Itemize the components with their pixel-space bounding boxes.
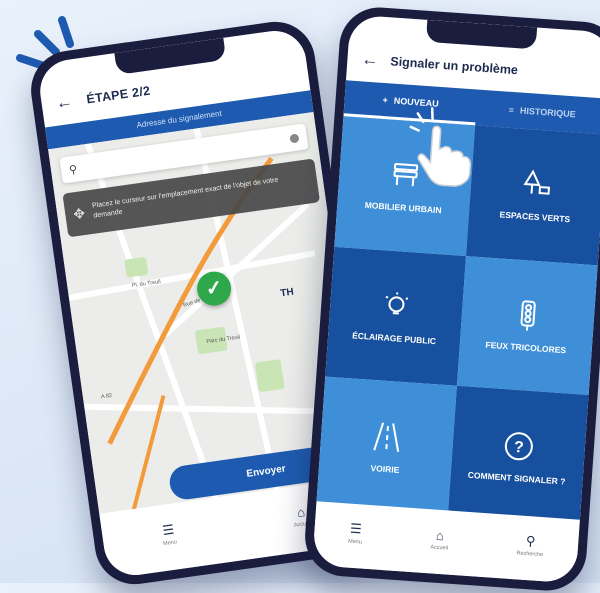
back-arrow-icon[interactable]: ← — [54, 92, 74, 114]
nav-label: Accueil — [430, 544, 448, 551]
crosshair-icon: ✥ — [72, 204, 86, 222]
traffic-light-icon — [510, 297, 546, 333]
nav-item-menu[interactable]: ☰ Menu — [160, 521, 177, 547]
right-phone-screen: ← Signaler un problème + NOUVEAU ≡ HISTO… — [312, 14, 600, 583]
road-icon — [369, 419, 405, 455]
tile-feux-tricolores[interactable]: FEUX TRICOLORES — [457, 256, 598, 396]
tile-label: ÉCLAIRAGE PUBLIC — [352, 330, 437, 346]
list-icon: ≡ — [508, 105, 514, 115]
svg-text:?: ? — [513, 439, 524, 457]
tile-eclairage-public[interactable]: ÉCLAIRAGE PUBLIC — [325, 247, 466, 387]
tile-voirie[interactable]: VOIRIE — [316, 377, 457, 517]
tile-label: VOIRIE — [370, 463, 399, 475]
page-title: Signaler un problème — [390, 54, 518, 77]
nav-item-menu[interactable]: ☰ Menu — [348, 521, 363, 546]
tile-label: FEUX TRICOLORES — [485, 340, 566, 356]
nav-item-home[interactable]: ⌂ Accueil — [430, 527, 449, 551]
tap-hand-icon — [403, 105, 478, 190]
nav-label: Menu — [348, 539, 362, 546]
plus-icon: + — [382, 94, 388, 104]
tile-comment-signaler[interactable]: ? COMMENT SIGNALER ? — [448, 386, 589, 526]
menu-icon: ☰ — [161, 522, 175, 539]
bulb-icon — [378, 288, 414, 324]
home-icon: ⌂ — [436, 527, 445, 543]
nav-label: Menu — [163, 539, 177, 547]
tile-label: COMMENT SIGNALER ? — [468, 469, 566, 486]
nav-item-search[interactable]: ⚲ Recherche — [516, 532, 544, 558]
map-label: TH — [280, 287, 295, 300]
back-arrow-icon[interactable]: ← — [361, 49, 379, 70]
tab-label: HISTORIQUE — [520, 106, 576, 120]
tile-espaces-verts[interactable]: ESPACES VERTS — [466, 125, 600, 265]
tile-label: ESPACES VERTS — [499, 210, 570, 225]
nav-label: Recherche — [516, 550, 543, 558]
search-icon: ⚲ — [525, 533, 536, 550]
menu-icon: ☰ — [350, 521, 363, 538]
locate-icon[interactable] — [289, 133, 299, 143]
search-icon: ⚲ — [68, 162, 78, 176]
tile-label: MOBILIER URBAIN — [364, 200, 441, 215]
home-icon: ⌂ — [296, 504, 306, 520]
right-phone: ← Signaler un problème + NOUVEAU ≡ HISTO… — [302, 5, 600, 593]
tree-icon — [519, 167, 555, 203]
step-title: ÉTAPE 2/2 — [86, 84, 152, 107]
question-icon: ? — [501, 428, 537, 464]
